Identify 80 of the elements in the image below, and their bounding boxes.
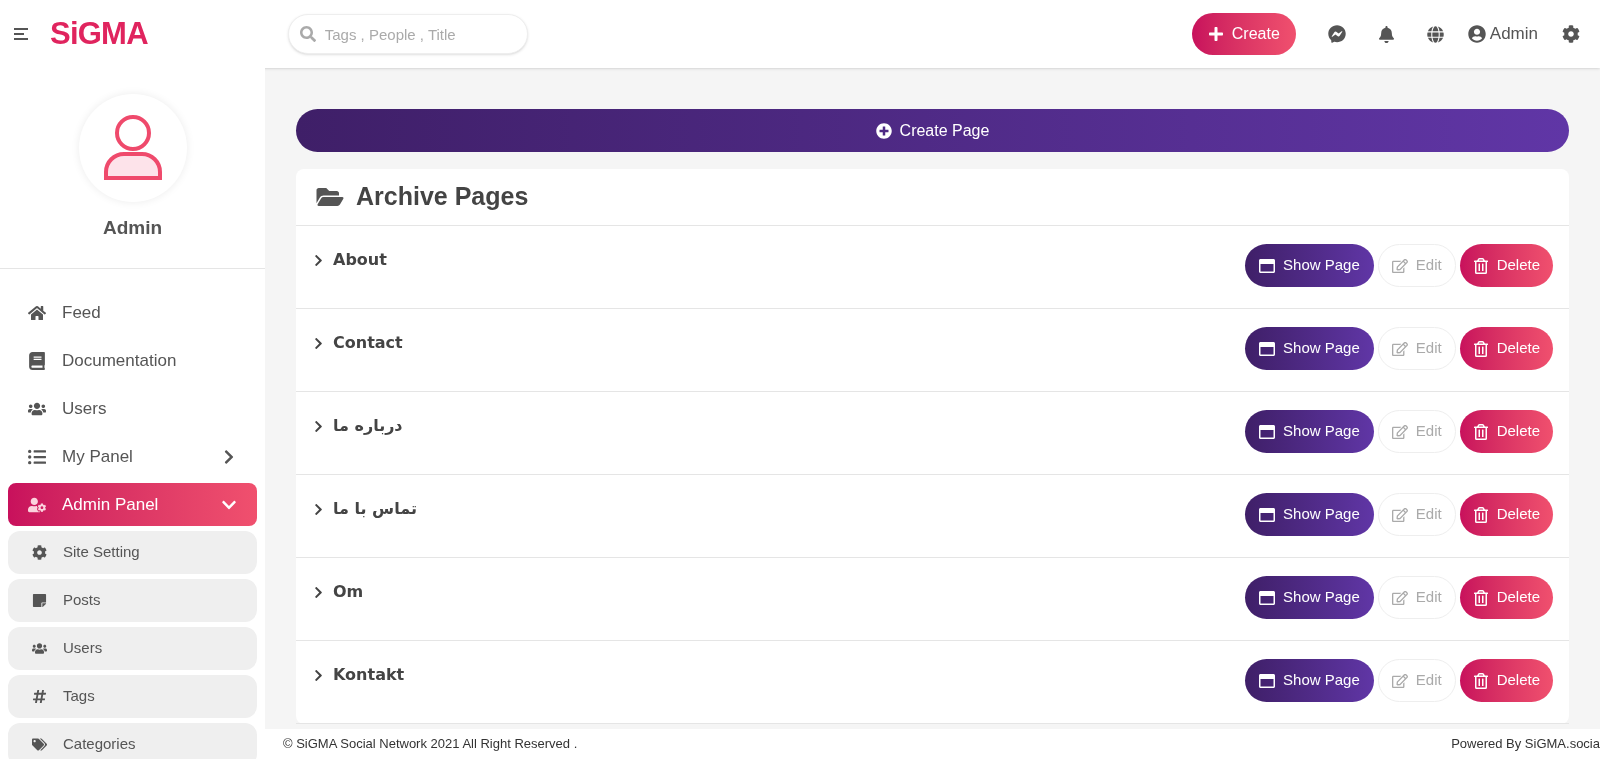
window-icon <box>1259 340 1276 357</box>
window-icon <box>1259 423 1276 440</box>
sidebar-item[interactable]: Admin Panel <box>8 483 257 526</box>
sidebar-item[interactable]: Users <box>8 387 257 430</box>
chevron-right-icon <box>312 419 325 433</box>
search-field[interactable]: Tags , People , Title <box>287 14 528 54</box>
bell-icon[interactable] <box>1377 25 1395 43</box>
edit-icon <box>1391 506 1408 523</box>
users-icon <box>32 641 47 656</box>
edit-icon <box>1391 672 1408 689</box>
show-page-button[interactable]: Show Page <box>1245 410 1374 453</box>
search-icon <box>299 26 316 42</box>
sidebar-item[interactable]: Site Setting <box>8 531 257 574</box>
note-icon <box>32 593 47 608</box>
trash-icon <box>1472 672 1489 689</box>
edit-icon <box>1391 257 1408 274</box>
edit-icon <box>1391 340 1408 357</box>
settings-icon <box>32 545 47 560</box>
trash-icon <box>1472 589 1489 606</box>
trash-icon <box>1472 340 1489 357</box>
book-icon <box>28 351 46 370</box>
profile-name: Admin <box>102 215 163 240</box>
trash-icon <box>1472 506 1489 523</box>
user-menu[interactable]: Admin <box>1467 21 1538 47</box>
delete-button[interactable]: Delete <box>1459 327 1553 370</box>
trash-icon <box>1472 423 1489 440</box>
chevron-right-icon <box>312 585 325 599</box>
edit-icon <box>1391 589 1408 606</box>
plus-icon <box>1207 26 1224 42</box>
chevron-right-icon <box>312 502 325 516</box>
hashtag-icon <box>32 689 47 704</box>
sidebar-item[interactable]: Feed <box>8 291 257 334</box>
chevron-right-icon <box>312 253 325 267</box>
create-button[interactable]: Create <box>1191 13 1296 55</box>
window-icon <box>1259 589 1276 606</box>
copyright-text: © SiGMA Social Network 2021 All Right Reserved . <box>283 735 578 754</box>
folder-icon <box>316 185 344 209</box>
page-title[interactable]: Kontakt <box>312 663 405 687</box>
sidebar-item[interactable]: Posts <box>8 579 257 622</box>
delete-button[interactable]: Delete <box>1459 576 1553 619</box>
page-title[interactable]: About <box>312 248 387 272</box>
user-icon <box>1467 25 1486 43</box>
sidebar-item[interactable]: Documentation <box>8 339 257 382</box>
user-gear-icon <box>28 495 46 514</box>
list-icon <box>28 447 46 466</box>
chevron-right-icon <box>312 336 325 350</box>
menu-icon[interactable] <box>14 27 30 41</box>
sidebar-item[interactable]: Tags <box>8 675 257 718</box>
settings-icon[interactable] <box>1562 25 1580 43</box>
create-page-button[interactable]: Create Page <box>296 109 1569 152</box>
sidebar-item[interactable]: Categories <box>8 723 257 759</box>
sidebar-item[interactable]: Users <box>8 627 257 670</box>
page-title[interactable]: Om <box>312 580 364 604</box>
window-icon <box>1259 506 1276 523</box>
window-icon <box>1259 672 1276 689</box>
sidebar-item[interactable]: My Panel <box>8 435 257 478</box>
show-page-button[interactable]: Show Page <box>1245 493 1374 536</box>
edit-icon <box>1391 423 1408 440</box>
chevron-right-icon <box>312 668 325 682</box>
logo[interactable]: SiGMA <box>50 10 148 58</box>
page-title[interactable]: تماس با ما <box>312 497 417 521</box>
tags-icon <box>32 737 47 752</box>
user-silhouette-icon <box>101 113 164 182</box>
card-title: Archive Pages <box>356 181 529 213</box>
delete-button[interactable]: Delete <box>1459 493 1553 536</box>
home-icon <box>28 303 46 322</box>
powered-by-text: Powered By SiGMA.socia <box>1451 735 1600 754</box>
trash-icon <box>1472 257 1489 274</box>
show-page-button[interactable]: Show Page <box>1245 327 1374 370</box>
window-icon <box>1259 257 1276 274</box>
page-title[interactable]: Contact <box>312 331 403 355</box>
delete-button[interactable]: Delete <box>1459 244 1553 287</box>
delete-button[interactable]: Delete <box>1459 410 1553 453</box>
show-page-button[interactable]: Show Page <box>1245 659 1374 702</box>
globe-icon[interactable] <box>1426 25 1444 43</box>
show-page-button[interactable]: Show Page <box>1245 576 1374 619</box>
page-title[interactable]: درباره ما <box>312 414 403 438</box>
chat-icon[interactable] <box>1327 25 1346 43</box>
delete-button[interactable]: Delete <box>1459 659 1553 702</box>
show-page-button[interactable]: Show Page <box>1245 244 1374 287</box>
